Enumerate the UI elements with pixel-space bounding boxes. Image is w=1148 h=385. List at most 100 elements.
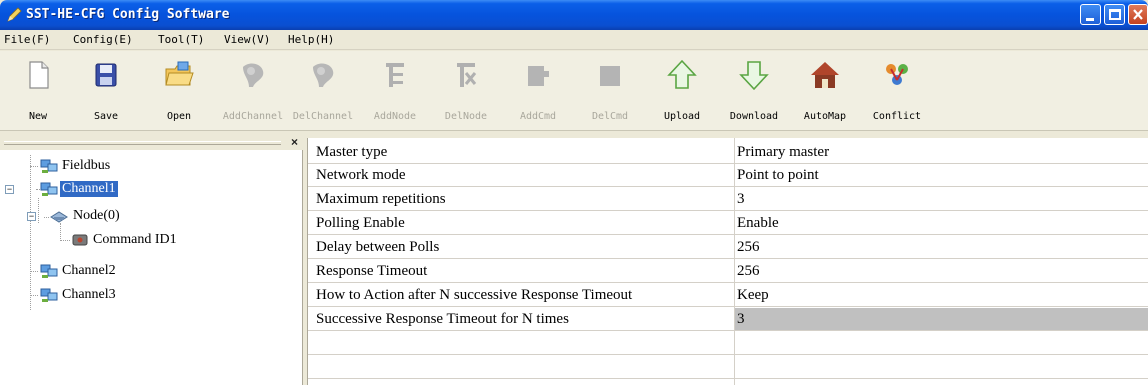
property-row-successive-timeout-count[interactable]: Successive Response Timeout for N times … (308, 308, 1148, 331)
tree-label: Fieldbus (62, 158, 111, 173)
maximize-button[interactable] (1104, 4, 1125, 25)
command-icon (72, 234, 88, 246)
add-node-button[interactable]: AddNode (360, 53, 430, 129)
network-icon (40, 159, 58, 173)
property-row-maximum-repetitions[interactable]: Maximum repetitions 3 (308, 188, 1148, 211)
property-value[interactable]: Point to point (737, 167, 819, 184)
add-node-label: AddNode (373, 111, 417, 122)
add-channel-label: AddChannel (222, 111, 284, 122)
property-row-response-timeout[interactable]: Response Timeout 256 (308, 260, 1148, 283)
panel-header: × (0, 135, 303, 150)
upload-icon (667, 59, 697, 89)
new-file-icon (29, 61, 49, 89)
save-label: Save (93, 111, 119, 122)
del-cmd-icon (600, 66, 620, 86)
add-node-icon (386, 63, 404, 87)
property-key: Network mode (316, 167, 406, 183)
property-value[interactable]: 256 (737, 239, 760, 256)
del-channel-icon (313, 63, 334, 87)
del-node-button[interactable]: DelNode (431, 53, 501, 129)
add-cmd-button[interactable]: AddCmd (503, 53, 573, 129)
minimize-button[interactable] (1080, 4, 1101, 25)
tree-item-node0[interactable]: − Node(0) (0, 206, 300, 226)
tree-label: Node(0) (73, 208, 120, 223)
network-icon (40, 182, 58, 196)
menu-help[interactable]: Help(H) (288, 33, 334, 46)
download-label: Download (729, 111, 779, 122)
property-grid: Master type Primary master Network mode … (307, 138, 1148, 385)
open-folder-icon (165, 61, 194, 86)
menu-config[interactable]: Config(E) (73, 33, 133, 46)
tree-label: Channel2 (62, 263, 116, 278)
property-row-delay-between-polls[interactable]: Delay between Polls 256 (308, 236, 1148, 259)
tree-panel: × Fieldbus − Channel1 − Node(0) Command … (0, 135, 303, 385)
property-row-action-after-timeout[interactable]: How to Action after N successive Respons… (308, 284, 1148, 307)
del-channel-label: DelChannel (292, 111, 354, 122)
upload-label: Upload (663, 111, 701, 122)
add-cmd-label: AddCmd (519, 111, 557, 122)
save-button[interactable]: Save (71, 53, 141, 129)
automap-label: AutoMap (803, 111, 847, 122)
property-key: Delay between Polls (316, 239, 440, 255)
download-icon (739, 61, 769, 91)
toolbar: New Save Open AddChannel DelChannel AddN… (0, 51, 1148, 131)
collapse-icon[interactable]: − (27, 212, 36, 221)
property-key: Polling Enable (316, 215, 405, 231)
property-value[interactable]: Enable (737, 215, 779, 232)
network-icon (40, 288, 58, 302)
tree-label: Channel1 (60, 181, 118, 197)
tree-item-fieldbus[interactable]: Fieldbus (0, 156, 300, 176)
download-button[interactable]: Download (719, 53, 789, 129)
save-icon (95, 63, 117, 87)
tree-label: Command ID1 (93, 232, 177, 247)
menu-view[interactable]: View(V) (224, 33, 270, 46)
collapse-icon[interactable]: − (5, 185, 14, 194)
property-row-network-mode[interactable]: Network mode Point to point (308, 164, 1148, 187)
property-key: Response Timeout (316, 263, 428, 279)
selected-value-background (735, 308, 1148, 330)
add-channel-icon (243, 63, 264, 87)
menu-tool[interactable]: Tool(T) (158, 33, 204, 46)
network-icon (40, 264, 58, 278)
panel-close-icon[interactable]: × (291, 135, 298, 149)
upload-button[interactable]: Upload (647, 53, 717, 129)
open-button[interactable]: Open (144, 53, 214, 129)
property-value[interactable]: 3 (737, 311, 745, 328)
add-cmd-icon (528, 66, 549, 86)
window-title: SST-HE-CFG Config Software (26, 7, 230, 22)
menu-file[interactable]: File(F) (4, 33, 50, 46)
property-row-polling-enable[interactable]: Polling Enable Enable (308, 212, 1148, 235)
automap-icon (811, 62, 839, 88)
tree-item-channel2[interactable]: Channel2 (0, 261, 300, 281)
automap-button[interactable]: AutoMap (790, 53, 860, 129)
del-channel-button[interactable]: DelChannel (288, 53, 358, 129)
property-key: Successive Response Timeout for N times (316, 311, 569, 327)
close-button[interactable] (1128, 4, 1148, 25)
property-value[interactable]: Primary master (737, 144, 829, 161)
property-value[interactable]: 3 (737, 191, 745, 208)
minimize-icon (1086, 18, 1094, 21)
tree-item-channel1[interactable]: − Channel1 (0, 179, 300, 199)
tree-label: Channel3 (62, 287, 116, 302)
property-value[interactable]: Keep (737, 287, 769, 304)
property-row-empty (308, 356, 1148, 379)
property-row-master-type[interactable]: Master type Primary master (308, 141, 1148, 164)
node-icon (50, 211, 68, 223)
del-cmd-button[interactable]: DelCmd (575, 53, 645, 129)
panel-grip (4, 141, 281, 145)
property-row-empty (308, 332, 1148, 355)
new-label: New (28, 111, 48, 122)
property-key: How to Action after N successive Respons… (316, 287, 633, 303)
new-button[interactable]: New (3, 53, 73, 129)
add-channel-button[interactable]: AddChannel (218, 53, 288, 129)
tree-item-command-id1[interactable]: Command ID1 (0, 230, 300, 250)
tree-item-channel3[interactable]: Channel3 (0, 285, 300, 305)
conflict-button[interactable]: Conflict (862, 53, 932, 129)
pencil-icon (7, 7, 22, 22)
del-cmd-label: DelCmd (591, 111, 629, 122)
conflict-label: Conflict (872, 111, 922, 122)
del-node-label: DelNode (444, 111, 488, 122)
property-value[interactable]: 256 (737, 263, 760, 280)
conflict-icon (886, 64, 908, 85)
property-key: Master type (316, 144, 388, 160)
